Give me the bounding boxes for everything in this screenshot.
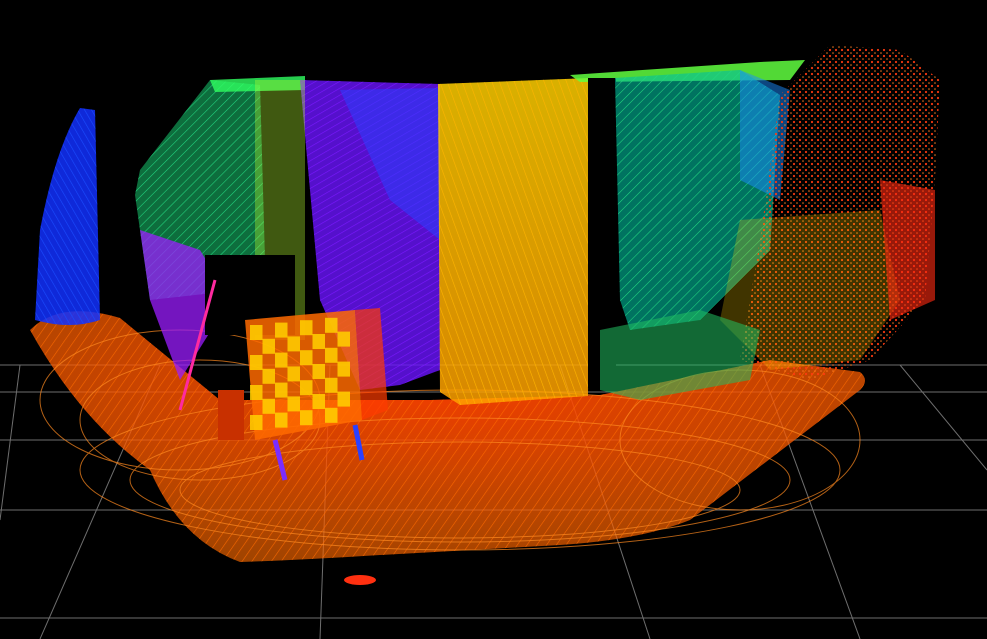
scene-canvas[interactable] [0,0,987,639]
checker-square [337,331,350,347]
checker-square [325,317,338,333]
point-cloud-viewport[interactable] [0,0,987,639]
checker-square [275,412,288,428]
checker-square [275,322,288,338]
checker-square [300,320,313,336]
checker-square [287,396,300,412]
checker-square [337,391,350,407]
checker-square [300,350,313,366]
checker-square [287,366,300,382]
checker-square [287,336,300,352]
checker-square [300,410,313,426]
left-wall-scan [35,108,100,325]
checker-square [250,325,263,340]
checker-square [250,385,263,400]
checker-square [275,352,288,368]
checker-square [312,394,325,409]
checker-square [312,334,325,349]
checker-square [275,382,288,398]
checker-square [300,380,313,396]
checker-square [262,398,275,414]
checker-square [262,338,275,354]
checker-square [312,364,325,379]
checker-square [337,361,350,377]
checker-square [325,347,338,363]
checker-square [250,415,263,430]
checker-square [250,355,263,370]
checker-square [325,407,338,423]
checker-square [262,368,275,384]
checker-square [325,377,338,393]
